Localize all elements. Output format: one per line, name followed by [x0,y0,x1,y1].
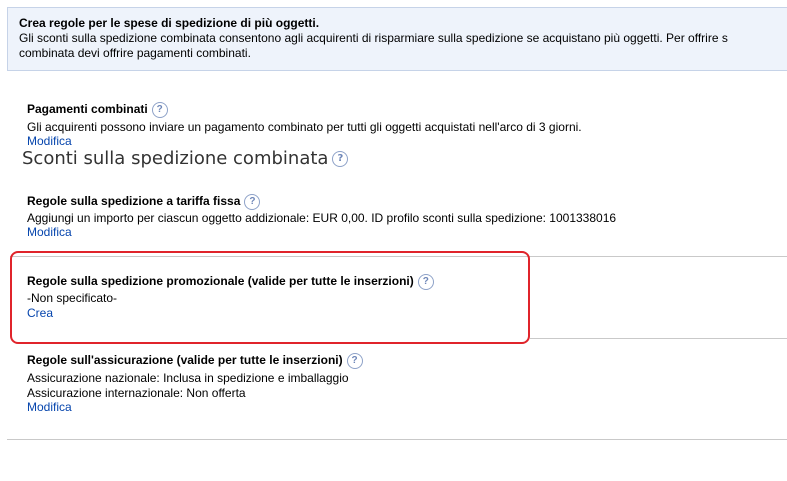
insurance-modify-link[interactable]: Modifica [27,400,72,415]
insurance-title-text: Regole sull'assicurazione (valide per tu… [27,353,343,368]
insurance-domestic: Assicurazione nazionale: Inclusa in sped… [27,371,349,385]
divider [7,439,787,440]
flat-rate-modify-link[interactable]: Modifica [27,225,72,240]
banner-title: Crea regole per le spese di spedizione d… [19,16,320,30]
insurance-international: Assicurazione internazionale: Non offert… [27,386,246,400]
flat-rate-title: Regole sulla spedizione a tariffa fissa? [27,194,261,210]
help-icon[interactable]: ? [332,151,349,167]
help-icon[interactable]: ? [151,102,168,118]
insurance-title: Regole sull'assicurazione (valide per tu… [27,353,363,369]
flat-rate-title-text: Regole sulla spedizione a tariffa fissa [27,194,241,209]
flat-rate-text: Aggiungi un importo per ciascun oggetto … [27,211,617,225]
divider [530,338,787,339]
help-icon[interactable]: ? [346,353,363,369]
banner-description: Gli sconti sulla spedizione combinata co… [19,31,728,60]
highlight-box [10,251,530,344]
combined-payments-text: Gli acquirenti possono inviare un pagame… [27,120,582,134]
help-icon[interactable]: ? [244,194,261,210]
combined-shipping-heading: Sconti sulla spedizione combinata? [22,148,349,170]
combined-shipping-heading-text: Sconti sulla spedizione combinata [22,148,329,169]
combined-payments-title-text: Pagamenti combinati [27,102,148,117]
info-banner: Crea regole per le spese di spedizione d… [7,7,787,71]
combined-payments-modify-link[interactable]: Modifica [27,134,72,149]
combined-payments-title: Pagamenti combinati? [27,102,168,118]
